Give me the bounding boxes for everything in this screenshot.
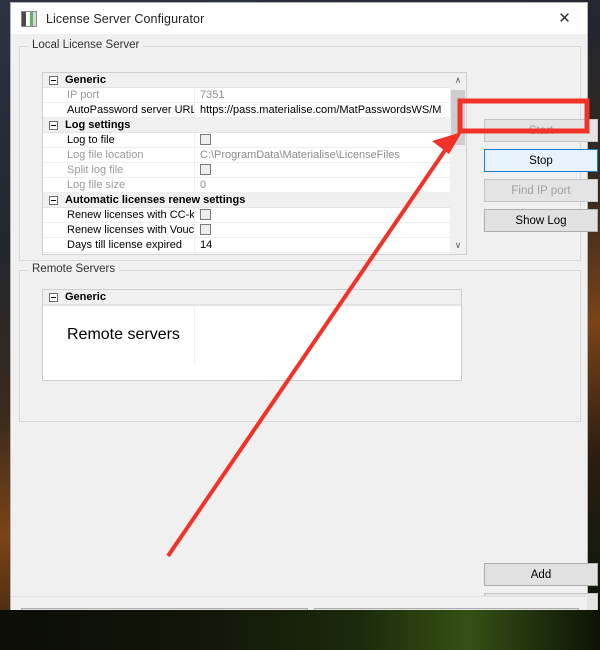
grid-category-row[interactable]: Generic [43,73,461,88]
remote-servers-group: Remote Servers Generic Remote servers Ad… [19,270,581,422]
show-log-button[interactable]: Show Log [484,209,598,232]
grid-property-row[interactable]: AutoPassword server URLhttps://pass.mate… [43,103,461,118]
add-button[interactable]: Add [484,563,598,586]
start-button[interactable]: Start [484,119,598,142]
checkbox-icon[interactable] [200,209,211,220]
grid-category-row[interactable]: Log settings [43,118,461,133]
local-grid-scrollbar[interactable]: ∧ ∨ [450,72,467,255]
grid-property-row[interactable]: Log to file [43,133,461,148]
stop-button[interactable]: Stop [484,149,598,172]
find-ip-port-button[interactable]: Find IP port [484,179,598,202]
remote-servers-row-value[interactable] [195,306,461,364]
collapse-expander-icon[interactable] [49,196,58,205]
grid-property-value[interactable]: 0 [195,178,461,193]
remote-grid-category-label: Generic [65,291,106,303]
grid-property-row[interactable]: Days till license expired14 [43,238,461,253]
close-button[interactable]: Close [314,608,579,631]
grid-property-name: Renew licenses with Vouch... [43,223,195,238]
grid-property-value[interactable] [195,163,461,178]
grid-category-row[interactable]: Automatic licenses renew settings [43,193,461,208]
grid-property-row[interactable]: IP port7351 [43,88,461,103]
license-server-configurator-window: License Server Configurator ✕ Local Lice… [10,2,588,642]
grid-category-label: Log settings [65,119,130,131]
collapse-expander-icon[interactable] [49,76,58,85]
remote-servers-row-name: Remote servers [43,306,195,364]
refresh-button[interactable]: Refresh [21,608,308,631]
window-title: License Server Configurator [46,12,204,26]
close-icon[interactable]: ✕ [542,3,587,34]
scrollbar-thumb[interactable] [451,90,465,145]
grid-property-row[interactable]: Renew licenses with Vouch... [43,223,461,238]
grid-property-value[interactable] [195,133,461,148]
grid-property-value[interactable]: https://pass.materialise.com/MatPassword… [195,103,461,118]
grid-property-row[interactable]: Split log file [43,163,461,178]
collapse-expander-icon[interactable] [49,121,58,130]
grid-property-value[interactable] [195,223,461,238]
grid-property-value[interactable]: C:\ProgramData\Materialise\LicenseFiles [195,148,461,163]
grid-property-name: Split log file [43,163,195,178]
grid-property-value[interactable]: 7351 [195,88,461,103]
remote-group-title: Remote Servers [28,263,119,275]
grid-category-label: Automatic licenses renew settings [65,194,245,206]
grid-property-value[interactable]: 14 [195,238,461,253]
local-group-title: Local License Server [28,39,143,51]
scroll-up-icon[interactable]: ∧ [450,73,466,89]
grid-property-name: IP port [43,88,195,103]
local-property-grid[interactable]: Generic IP port7351AutoPassword server UR… [42,72,462,255]
scroll-down-icon[interactable]: ∨ [450,238,466,254]
grid-property-name: Log to file [43,133,195,148]
checkbox-icon[interactable] [200,134,211,145]
remote-property-grid[interactable]: Generic Remote servers [42,289,462,381]
grid-property-row[interactable]: Log file locationC:\ProgramData\Material… [43,148,461,163]
grid-property-name: AutoPassword server URL [43,103,195,118]
local-license-server-group: Local License Server GenericIP port7351A… [19,46,581,261]
checkbox-icon[interactable] [200,224,211,235]
grid-property-row[interactable]: Renew licenses with CC-key [43,208,461,223]
grid-property-name: Days till license expired [43,238,195,253]
remote-servers-row[interactable]: Remote servers [43,305,461,364]
grid-property-name: Renew licenses with CC-key [43,208,195,223]
grid-property-value[interactable] [195,208,461,223]
remote-grid-category-row[interactable]: Generic [43,290,461,305]
bottom-button-bar: Refresh Close [11,596,587,641]
checkbox-icon[interactable] [200,164,211,175]
collapse-expander-icon[interactable] [49,293,58,302]
title-bar: License Server Configurator ✕ [11,3,587,34]
grid-property-name: Log file size [43,178,195,193]
grid-property-row[interactable]: Log file size0 [43,178,461,193]
window-body: Local License Server GenericIP port7351A… [11,34,587,641]
app-window-icon [21,11,37,27]
grid-category-label: Generic [65,74,106,86]
desktop-background: License Server Configurator ✕ Local Lice… [0,0,600,650]
grid-property-name: Log file location [43,148,195,163]
